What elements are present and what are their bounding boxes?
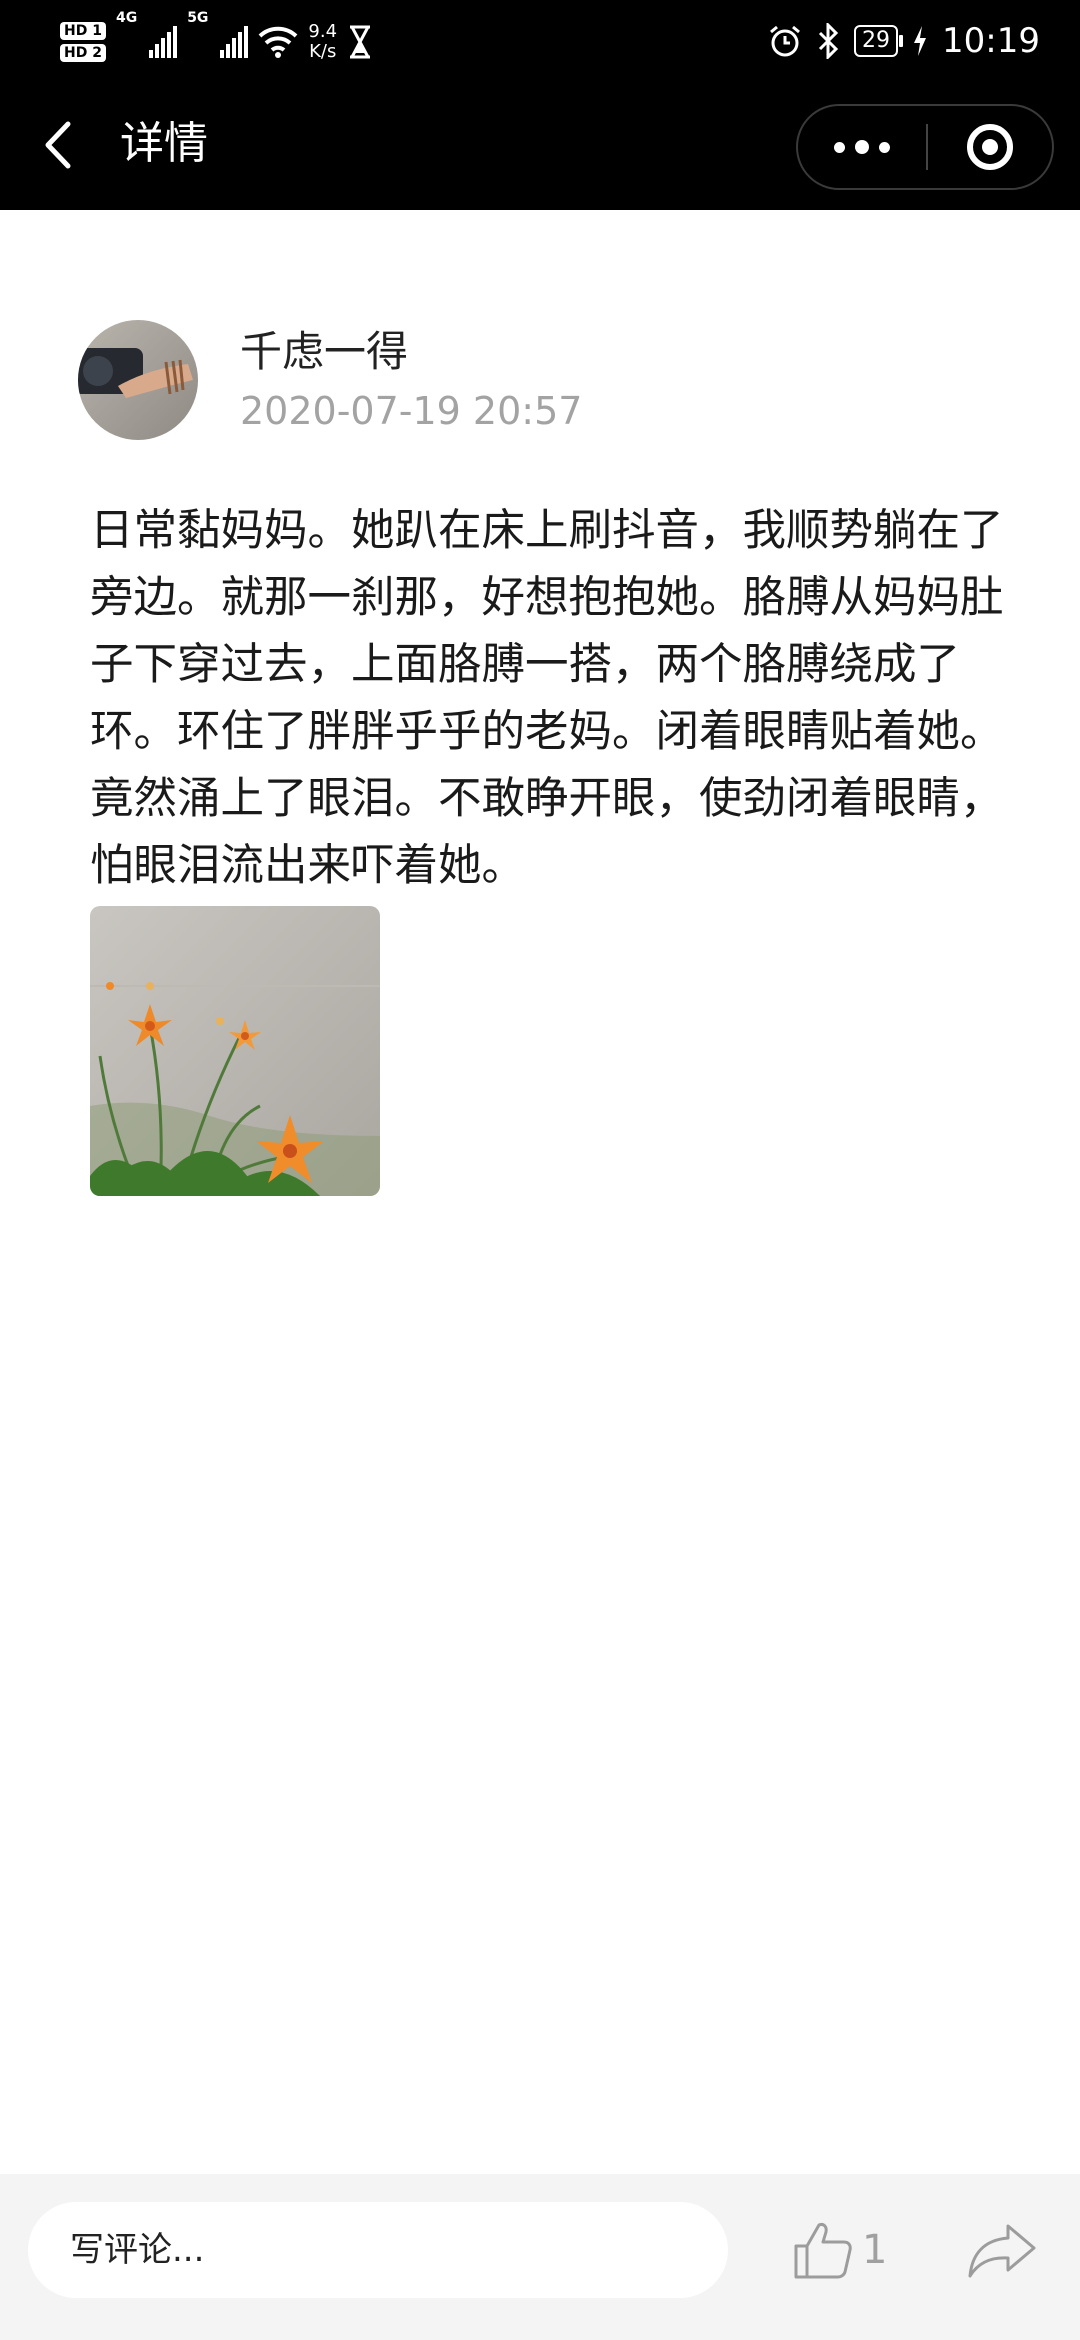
network-speed: 9.4 K/s	[308, 22, 337, 62]
target-circle-icon	[967, 124, 1013, 170]
nav-bar: 详情	[0, 82, 1080, 210]
wifi-icon	[259, 26, 298, 58]
charging-icon	[914, 26, 927, 56]
avatar[interactable]	[78, 320, 198, 440]
author-name[interactable]: 千虑一得	[240, 324, 408, 380]
hourglass-icon	[350, 25, 371, 59]
status-left: HD 1 HD 2 4G 5G 9.4 K/s	[60, 10, 373, 74]
sim2-label: HD 2	[60, 44, 106, 62]
thumbs-up-icon	[794, 2223, 852, 2279]
speed-unit: K/s	[309, 41, 337, 62]
mini-program-capsule	[796, 104, 1054, 190]
back-button[interactable]	[32, 112, 92, 178]
chevron-left-icon	[45, 121, 71, 169]
comment-input[interactable]	[28, 2202, 728, 2298]
clock: 10:19	[942, 21, 1040, 61]
close-mini-program-button[interactable]	[928, 106, 1052, 188]
sim1-label: HD 1	[60, 22, 106, 40]
sim-indicators: HD 1 HD 2	[60, 22, 106, 62]
signal-strength-icon	[220, 26, 249, 58]
post-body-text: 日常黏妈妈。她趴在床上刷抖音，我顺势躺在了旁边。就那一刹那，好想抱抱她。胳膊从妈…	[90, 506, 1004, 891]
page-title: 详情	[120, 118, 208, 169]
more-dots-icon	[879, 141, 890, 153]
post-image[interactable]	[90, 906, 380, 1196]
share-arrow-icon	[968, 2224, 1036, 2278]
like-count: 1	[862, 2227, 888, 2273]
status-right: 29 10:19	[768, 12, 1040, 70]
network-4g-label: 4G	[115, 10, 138, 26]
flower-photo	[90, 906, 380, 1196]
more-dots-icon	[834, 141, 845, 153]
status-bar: HD 1 HD 2 4G 5G 9.4 K/s 29 10:19	[0, 0, 1080, 82]
speed-value: 9.4	[308, 21, 338, 42]
more-dots-icon	[855, 140, 869, 154]
signal-strength-icon	[149, 26, 178, 58]
bottom-action-bar: 1	[0, 2174, 1080, 2340]
share-button[interactable]	[966, 2214, 1038, 2286]
battery-level: 29	[854, 25, 904, 57]
network-5g-label: 5G	[187, 10, 209, 26]
avatar-image	[78, 320, 198, 440]
alarm-icon	[770, 25, 800, 57]
more-button[interactable]	[798, 106, 926, 188]
bluetooth-icon	[818, 23, 839, 59]
post-timestamp: 2020-07-19 20:57	[240, 389, 583, 433]
like-button[interactable]: 1	[792, 2210, 887, 2290]
